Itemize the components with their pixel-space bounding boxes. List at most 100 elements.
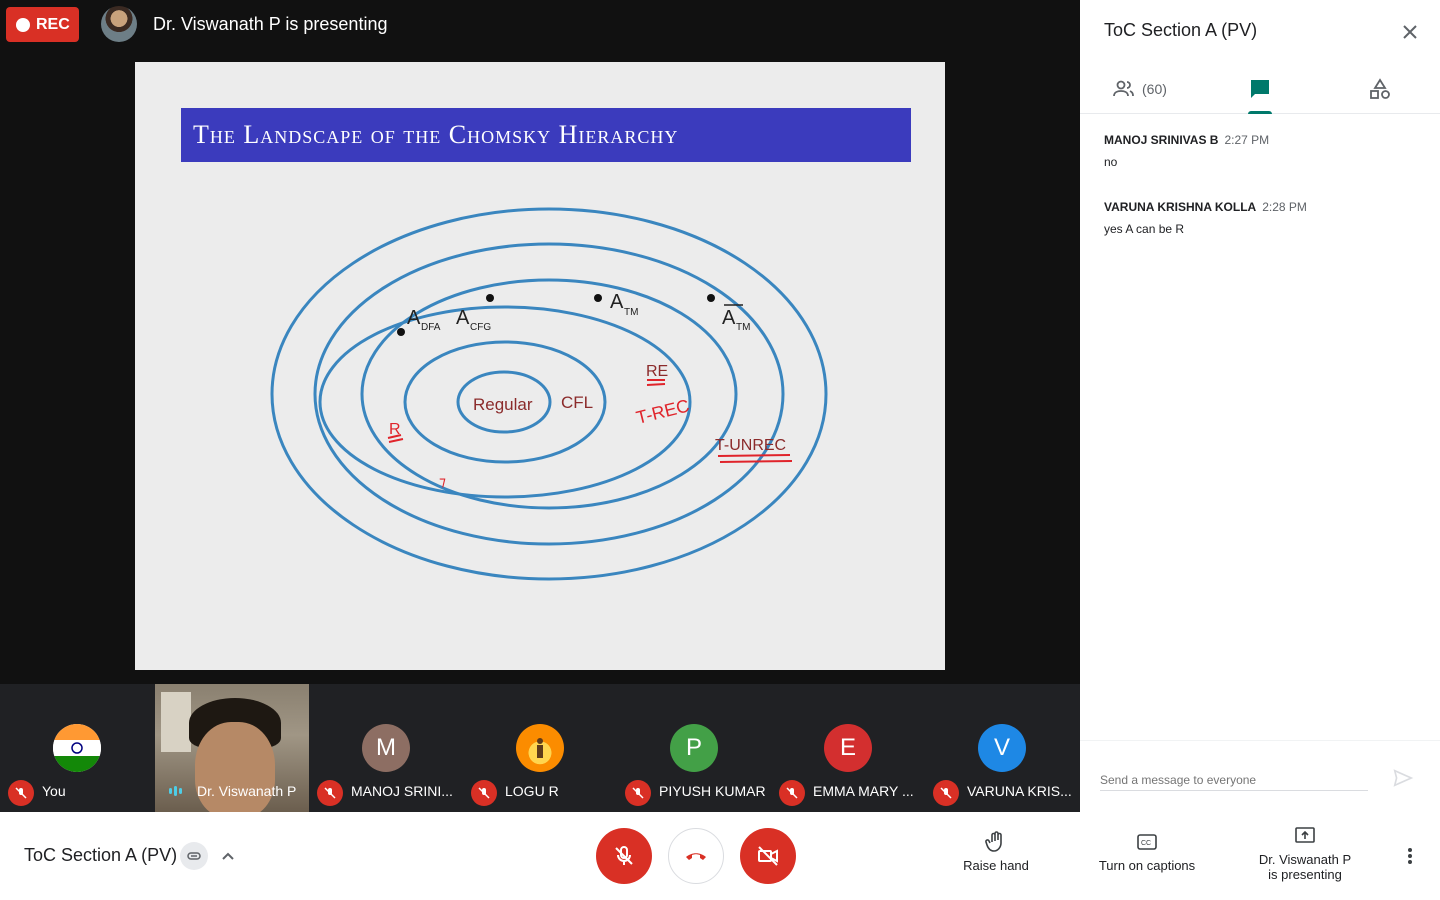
a-cfg-label: A (456, 307, 470, 329)
message-sender: MANOJ SRINIVAS B (1104, 133, 1219, 147)
mic-off-icon (933, 780, 959, 806)
india-flag-icon (53, 724, 101, 772)
captions-label: Turn on captions (1098, 858, 1196, 873)
captions-icon: CC (1137, 834, 1157, 850)
a-dfa-subscript: DFA (421, 322, 441, 333)
sunset-icon (516, 724, 564, 772)
panel-tabs: (60) (1080, 64, 1440, 114)
participant-tile[interactable]: P PIYUSH KUMAR (617, 684, 771, 812)
participant-tile[interactable]: LOGU R (463, 684, 617, 812)
a-cfg-point (486, 294, 494, 302)
shapes-icon (1370, 78, 1390, 99)
presenter-banner-text: Dr. Viswanath P is presenting (153, 14, 388, 34)
active-tab-indicator (1248, 111, 1272, 114)
mic-off-icon (779, 780, 805, 806)
speaking-indicator-icon (169, 786, 182, 796)
t-unrec-label: T-UNREC (715, 437, 786, 454)
chevron-up-icon (222, 852, 234, 860)
people-icon (1113, 80, 1134, 97)
re-label: RE (646, 363, 668, 380)
participant-tile[interactable]: You (0, 684, 154, 812)
bottom-control-bar: ToC Section A (PV) Raise hand CC Turn on… (0, 812, 1440, 900)
shared-slide: The Landscape of the Chomsky Hierarchy A… (135, 62, 945, 670)
a-tm-bar-subscript: TM (736, 322, 750, 333)
camera-off-icon (758, 846, 778, 866)
a-tm-label: A (610, 291, 624, 313)
presentation-stage: REC Dr. Viswanath P is presenting The La… (0, 0, 1080, 818)
meeting-details-button[interactable] (180, 842, 208, 870)
tab-people[interactable]: (60) (1112, 64, 1167, 114)
raise-hand-button[interactable]: Raise hand (956, 830, 1036, 873)
small-mark-annotation: ⁊ (439, 473, 446, 489)
hand-icon (985, 831, 1002, 852)
people-count: (60) (1142, 81, 1167, 97)
cfl-label: CFL (561, 393, 593, 412)
chomsky-hierarchy-diagram: A DFA A CFG A TM A TM Regular CFL RE T-U… (270, 207, 828, 581)
participant-avatar: M (362, 724, 410, 772)
chat-message: VARUNA KRISHNA KOLLA 2:28 PM yes A can be… (1104, 198, 1307, 236)
a-dfa-point (397, 328, 405, 336)
more-options-button[interactable] (1400, 846, 1420, 871)
mic-off-icon (615, 846, 633, 865)
presenting-label-line2: is presenting (1268, 867, 1342, 882)
present-screen-icon (1295, 827, 1315, 843)
chat-message: MANOJ SRINIVAS B 2:27 PM no (1104, 131, 1269, 169)
a-tm-subscript: TM (624, 307, 638, 318)
participant-face (195, 722, 275, 818)
close-icon (1403, 25, 1417, 39)
participant-avatar: E (824, 724, 872, 772)
a-cfg-subscript: CFG (470, 322, 491, 333)
participant-video-tile[interactable]: Dr. Viswanath P (155, 684, 309, 818)
record-dot-icon (16, 17, 30, 32)
participant-name: PIYUSH KUMAR (659, 783, 766, 799)
a-tm-bar-point (707, 294, 715, 302)
tab-activities[interactable] (1368, 64, 1392, 114)
meeting-name: ToC Section A (PV) (24, 845, 178, 865)
leave-call-button[interactable] (668, 828, 724, 884)
presenter-avatar (101, 6, 137, 42)
mic-off-icon (471, 780, 497, 806)
tab-chat[interactable] (1248, 64, 1272, 114)
hang-up-icon (686, 853, 706, 860)
send-button[interactable] (1392, 767, 1414, 794)
attachment-icon (187, 852, 201, 860)
participant-tile[interactable]: M MANOJ SRINI... (309, 684, 463, 812)
re-underline (646, 379, 666, 386)
chat-message-input[interactable] (1100, 769, 1368, 791)
presenting-label-line1: Dr. Viswanath P (1258, 852, 1352, 867)
captions-button[interactable]: CC Turn on captions (1090, 830, 1204, 873)
svg-text:CC: CC (1141, 840, 1151, 847)
message-time: 2:28 PM (1262, 200, 1307, 214)
participant-name: LOGU R (505, 783, 559, 799)
participant-name: MANOJ SRINI... (351, 783, 453, 799)
regular-label: Regular (473, 395, 533, 414)
t-unrec-underline (717, 454, 793, 463)
camera-toggle-button[interactable] (740, 828, 796, 884)
mic-off-icon (625, 780, 651, 806)
a-tm-point (594, 294, 602, 302)
expand-details-button[interactable] (218, 846, 238, 871)
background-shelf (161, 692, 191, 752)
participant-name: You (42, 783, 66, 799)
participant-strip: You Dr. Viswanath P M MANOJ SRINI... LOG… (0, 684, 1080, 818)
recording-badge[interactable]: REC (6, 7, 79, 42)
recording-label: REC (36, 15, 70, 33)
participant-name: VARUNA KRIS... (967, 783, 1072, 799)
chat-panel: ToC Section A (PV) (60) MANOJ SRINIVAS B… (1080, 0, 1440, 812)
mic-off-icon (8, 780, 34, 806)
participant-avatar: P (670, 724, 718, 772)
panel-title: ToC Section A (PV) (1104, 20, 1258, 40)
chat-icon (1251, 80, 1269, 98)
participant-name: Dr. Viswanath P (197, 783, 297, 799)
mic-toggle-button[interactable] (596, 828, 652, 884)
message-text: no (1104, 155, 1118, 169)
message-sender: VARUNA KRISHNA KOLLA (1104, 200, 1257, 214)
participant-tile[interactable]: E EMMA MARY ... (771, 684, 925, 812)
participant-avatar: V (978, 724, 1026, 772)
raise-hand-label: Raise hand (963, 858, 1029, 873)
participant-tile[interactable]: V VARUNA KRIS... (925, 684, 1079, 812)
a-dfa-label: A (407, 307, 421, 329)
presenting-button[interactable]: Dr. Viswanath P is presenting (1252, 824, 1358, 882)
close-panel-button[interactable] (1398, 20, 1422, 44)
more-vert-icon (1408, 848, 1412, 864)
